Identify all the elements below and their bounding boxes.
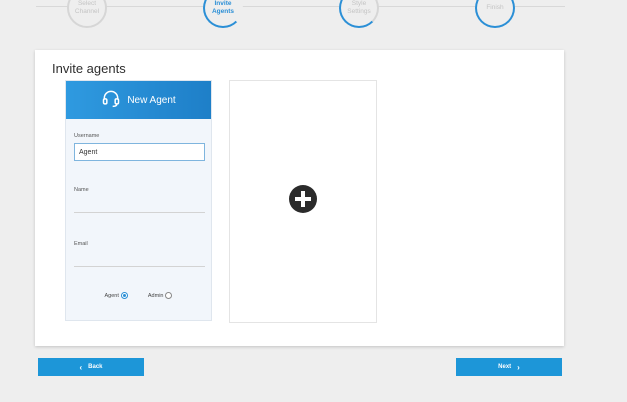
role-agent-label: Agent <box>104 292 119 299</box>
chevron-right-icon: › <box>517 362 520 372</box>
add-agent-panel[interactable] <box>229 80 377 323</box>
step-invite-agents-label: Invite Agents <box>211 0 235 15</box>
step-style-settings-label: Style Settings <box>347 0 371 15</box>
step-select-channel-label: Select Channel <box>74 0 100 15</box>
role-admin-radio[interactable] <box>165 292 173 299</box>
name-field-group: Name <box>74 187 205 213</box>
username-field-group: Username <box>74 133 205 161</box>
new-agent-title: New Agent <box>127 94 176 106</box>
new-agent-header: New Agent <box>66 81 211 119</box>
username-input[interactable] <box>74 143 205 161</box>
progress-stepper: Select Channel Invite Agents Style Setti… <box>0 0 627 40</box>
step-finish-label: Finish <box>486 4 504 11</box>
name-input[interactable] <box>74 199 205 213</box>
next-button-label: Next <box>498 364 512 370</box>
page-title: Invite agents <box>52 61 126 76</box>
email-field-group: Email <box>74 241 205 267</box>
role-selector: Agent Admin <box>66 292 211 299</box>
headset-icon <box>101 88 127 113</box>
add-agent-plus-icon[interactable] <box>288 184 318 219</box>
email-label: Email <box>74 241 88 247</box>
role-admin-label: Admin <box>147 292 164 299</box>
invite-agents-card: Invite agents New Agent Username Name Em… <box>35 50 564 346</box>
new-agent-panel: New Agent Username Name Email Agent Admi… <box>65 80 212 321</box>
role-agent-radio[interactable] <box>120 292 128 299</box>
role-agent-option[interactable]: Agent <box>105 292 128 299</box>
role-admin-option[interactable]: Admin <box>148 292 173 299</box>
back-button-label: Back <box>88 364 103 370</box>
username-label: Username <box>74 133 100 139</box>
next-button[interactable]: Next › <box>456 358 562 376</box>
chevron-left-icon: ‹ <box>79 362 83 372</box>
name-label: Name <box>74 187 89 193</box>
back-button[interactable]: ‹ Back <box>38 358 144 376</box>
email-input[interactable] <box>74 253 205 267</box>
